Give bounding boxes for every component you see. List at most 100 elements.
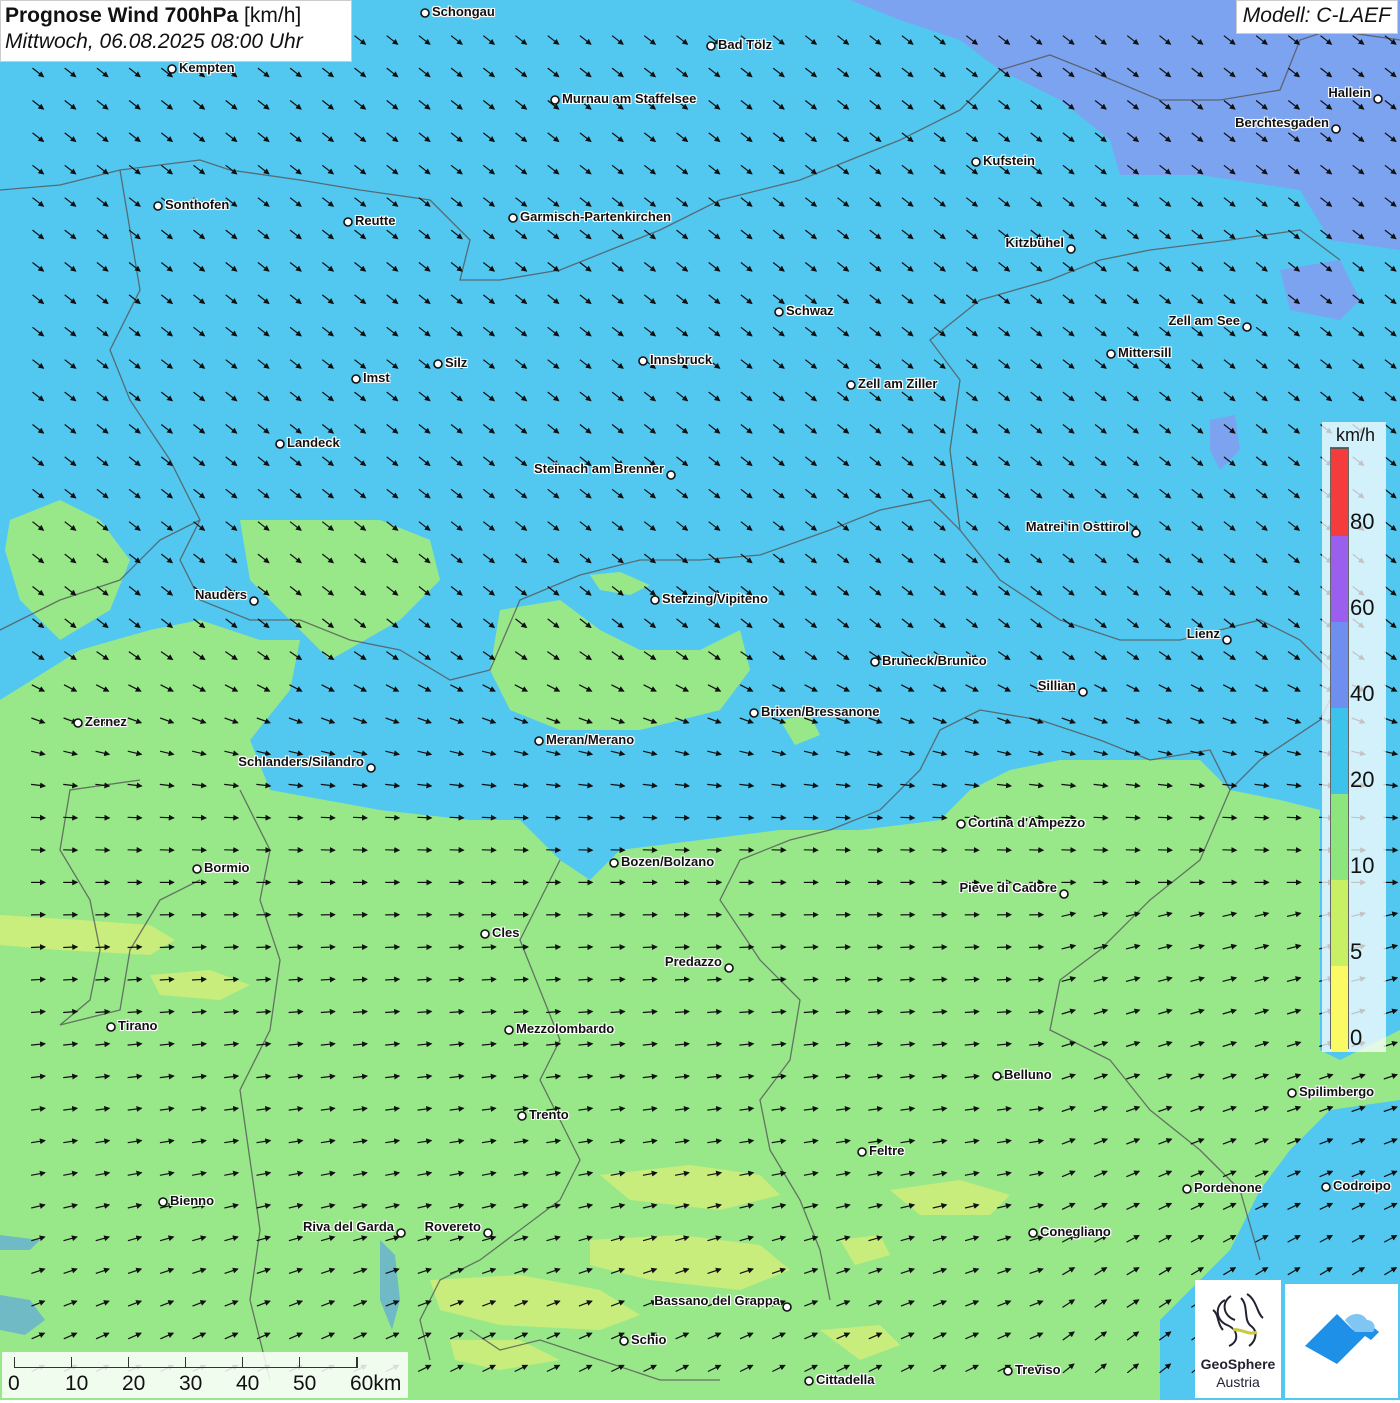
map-title-main: Prognose Wind 700hPa [5,4,238,27]
wind-arrow [578,947,592,948]
wind-arrow [256,947,270,948]
legend-band [1331,448,1348,536]
city-label: Bassano del Grappa [654,1293,780,1308]
city-marker [1029,1229,1037,1237]
wind-arrow [675,979,689,980]
city-marker [871,658,879,666]
wind-arrow [128,979,142,980]
wind-arrow [772,947,786,948]
wind-arrow [707,979,721,980]
city-marker [518,1112,526,1120]
wind-arrow [353,817,367,818]
wind-arrow [514,979,528,980]
city-label: Cittadella [816,1372,875,1387]
city-marker [367,764,375,772]
wind-arrow [63,947,77,948]
city-marker [750,709,758,717]
city-marker [805,1377,813,1385]
legend-band-label: 60 [1350,595,1374,621]
wind-arrow [546,979,560,980]
legend-band-label: 40 [1350,681,1374,707]
wind-arrow [192,947,206,948]
wind-arrow [31,979,45,980]
city-marker [1079,688,1087,696]
city-label: Mittersill [1118,345,1171,360]
wind-arrow [1158,817,1172,818]
wind-arrow [450,947,464,948]
wind-arrow [289,817,303,818]
wind-arrow [933,817,947,818]
city-marker [193,865,201,873]
wind-arrow [192,979,206,980]
wind-arrow [643,817,657,818]
legend-band [1331,706,1348,794]
wind-arrow [900,817,914,818]
city-marker [1332,125,1340,133]
wind-arrow [772,979,786,980]
weather-app-logo[interactable] [1285,1284,1398,1398]
legend-band [1331,620,1348,708]
city-marker [775,308,783,316]
scale-label: 50 [293,1372,316,1396]
city-label: Treviso [1015,1362,1061,1377]
wind-arrow [997,979,1011,980]
geosphere-logo-icon [1195,1280,1281,1360]
wind-arrow [933,947,947,948]
wind-arrow [192,817,206,818]
city-marker [847,381,855,389]
city-label: Pordenone [1194,1180,1262,1195]
city-label: Bozen/Bolzano [621,854,714,869]
city-label: Sonthofen [165,197,229,212]
city-marker [1067,245,1075,253]
legend-band [1331,878,1348,966]
wind-arrow [836,979,850,980]
city-label: Bormio [204,860,250,875]
wind-arrow [160,947,174,948]
wind-arrow [160,979,174,980]
wind-arrow [482,947,496,948]
wind-arrow [836,947,850,948]
wind-arrow [1190,817,1204,818]
city-marker [168,65,176,73]
wind-arrow [707,947,721,948]
city-label: Garmisch-Partenkirchen [520,209,671,224]
legend-band-label: 0 [1350,1025,1362,1051]
city-label: Schongau [432,4,495,19]
scale-tick [299,1357,300,1367]
scale-label: 40 [236,1372,259,1396]
city-marker [620,1337,628,1345]
wind-arrow [772,817,786,818]
legend-band [1331,964,1348,1052]
legend-band-label: 80 [1350,509,1374,535]
wind-arrow [353,979,367,980]
title-box: Prognose Wind 700hPa [km/h] Mittwoch, 06… [0,0,352,62]
wind-arrow [31,817,45,818]
wind-arrow [385,947,399,948]
city-label: Predazzo [665,954,722,969]
wind-arrow [289,979,303,980]
wind-arrow [611,947,625,948]
city-label: Zell am Ziller [858,376,937,391]
wind-arrow [289,947,303,948]
city-marker [434,360,442,368]
map-title-unit: [km/h] [244,4,301,27]
city-label: Spilimbergo [1299,1084,1374,1099]
city-marker [1132,529,1140,537]
legend-band-label: 20 [1350,767,1374,793]
wind-arrow [900,979,914,980]
wind-arrow [160,817,174,818]
geosphere-logo-country: Austria [1196,1374,1280,1390]
wind-arrow [482,817,496,818]
weather-app-icon [1285,1284,1398,1398]
city-marker [639,357,647,365]
scale-tick [14,1357,15,1367]
city-marker [725,964,733,972]
map-title: Prognose Wind 700hPa [km/h] [5,4,347,28]
city-label: Sterzing/Vipiteno [662,591,768,606]
wind-arrow [804,979,818,980]
city-label: Murnau am Staffelsee [562,91,696,106]
city-marker [154,202,162,210]
wind-arrow [965,979,979,980]
city-marker [551,96,559,104]
city-label: Schio [631,1332,666,1347]
